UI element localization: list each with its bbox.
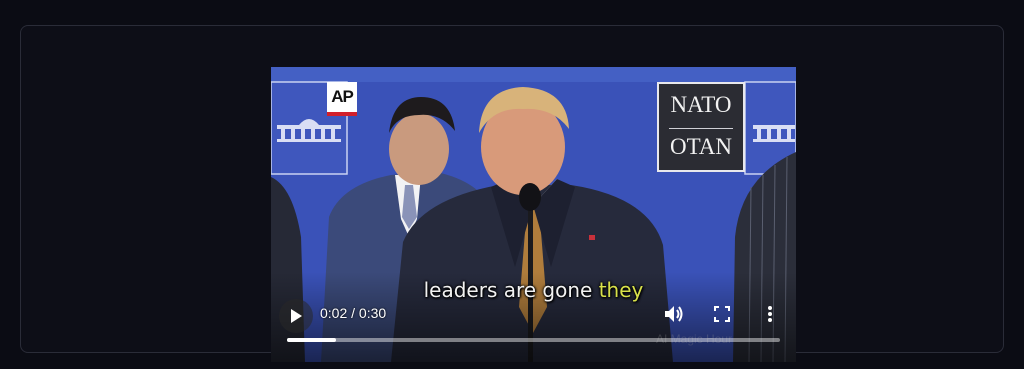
ap-logo: AP: [327, 82, 357, 116]
otan-label: OTAN: [669, 134, 733, 159]
video-player[interactable]: AI Magic Hour AP NATO OTAN leaders are g…: [271, 67, 796, 362]
more-options-icon[interactable]: [767, 305, 773, 323]
subtitle-caption: leaders are gone they: [271, 278, 796, 302]
progress-bar[interactable]: [287, 338, 780, 342]
caption-highlight-word: they: [598, 278, 644, 302]
time-display: 0:02 / 0:30: [320, 305, 387, 321]
progress-fill: [287, 338, 337, 342]
play-icon: [291, 309, 302, 323]
nato-divider: [669, 128, 733, 129]
video-card: AI Magic Hour AP NATO OTAN leaders are g…: [20, 25, 1004, 362]
volume-icon[interactable]: [663, 303, 685, 325]
caption-text: leaders are gone: [423, 278, 599, 302]
play-button[interactable]: [279, 299, 313, 333]
fullscreen-icon[interactable]: [714, 306, 730, 322]
nato-otan-sign: NATO OTAN: [657, 82, 745, 172]
nato-label: NATO: [670, 92, 732, 117]
